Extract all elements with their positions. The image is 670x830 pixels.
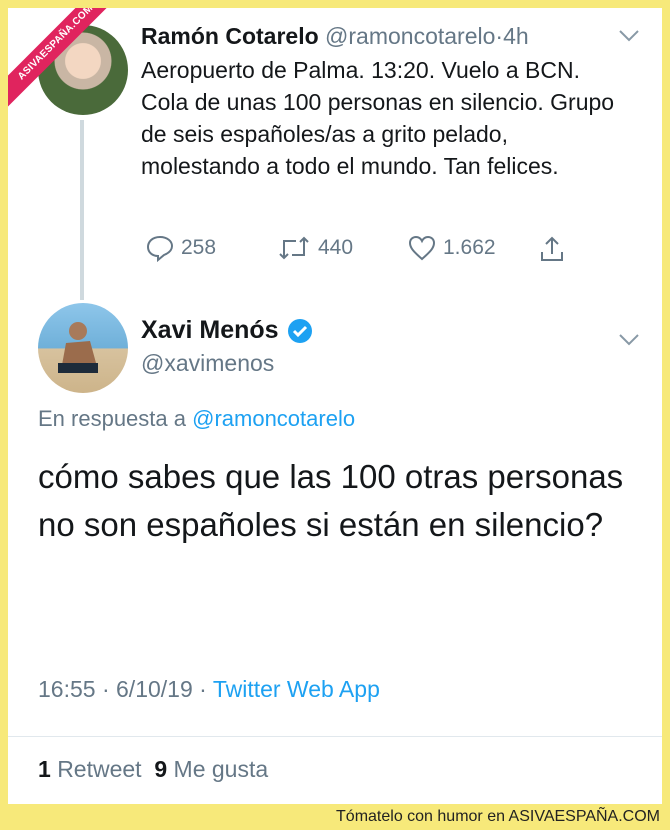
chevron-down-icon[interactable] (618, 26, 640, 49)
tweet2-date[interactable]: 6/10/19 (116, 676, 193, 702)
reply-handle-link[interactable]: @ramoncotarelo (192, 406, 355, 431)
retweet-icon (276, 234, 312, 262)
share-button[interactable] (537, 234, 567, 264)
thread-connector (80, 120, 84, 300)
like-count: 1.662 (443, 236, 496, 259)
retweets-stat[interactable]: 1 Retweet (38, 756, 142, 782)
retweet-button[interactable]: 440 (276, 234, 353, 262)
avatar-xavi[interactable] (38, 303, 128, 393)
divider (8, 736, 662, 737)
tweet2-text: cómo sabes que las 100 otras personas no… (38, 458, 624, 543)
tweet1-actions: 258 440 1.662 (141, 234, 581, 266)
tweet1-time[interactable]: 4h (503, 23, 529, 49)
tweet1-author-name[interactable]: Ramón Cotarelo (141, 23, 319, 49)
reply-prefix: En respuesta a (38, 406, 193, 431)
tweet1-dot: · (495, 23, 504, 49)
tweet1-text: Aeropuerto de Palma. 13:20. Vuelo a BCN.… (141, 57, 615, 179)
chevron-down-icon[interactable] (618, 330, 640, 353)
verified-badge-icon (287, 318, 313, 344)
share-icon (537, 234, 567, 264)
like-button[interactable]: 1.662 (407, 234, 496, 262)
tweet-card: ASIVAESPAÑA.COM Ramón Cotarelo @ramoncot… (8, 8, 662, 804)
reply-button[interactable]: 258 (145, 234, 216, 262)
tweet1-header: Ramón Cotarelo @ramoncotarelo·4h (141, 23, 529, 50)
retweets-count: 1 (38, 756, 51, 782)
tweet2-stats: 1 Retweet 9 Me gusta (38, 756, 268, 783)
reply-icon (145, 234, 175, 262)
reply-count: 258 (181, 236, 217, 259)
tweet2-author-row: Xavi Menós (141, 316, 313, 345)
tweet2-meta: 16:55 · 6/10/19 · Twitter Web App (38, 676, 380, 703)
like-icon (407, 234, 437, 262)
retweet-count: 440 (318, 236, 354, 259)
tweet2-time[interactable]: 16:55 (38, 676, 96, 702)
watermark-footer: Tómatelo con humor en ASIVAESPAÑA.COM (0, 804, 670, 830)
retweets-label: Retweet (57, 756, 142, 782)
meta-dot: · (101, 676, 110, 702)
footer-text: Tómatelo con humor en ASIVAESPAÑA.COM (336, 808, 660, 825)
tweet1-author-handle[interactable]: @ramoncotarelo (325, 23, 495, 49)
likes-count: 9 (154, 756, 168, 782)
tweet2-author-handle[interactable]: @xavimenos (141, 350, 274, 377)
likes-stat[interactable]: 9 Me gusta (154, 756, 268, 782)
tweet2-source-link[interactable]: Twitter Web App (213, 676, 380, 702)
meta-dot: · (199, 676, 207, 702)
tweet2-author-name[interactable]: Xavi Menós (141, 316, 279, 345)
reply-context: En respuesta a @ramoncotarelo (38, 406, 355, 432)
likes-label: Me gusta (173, 756, 269, 782)
